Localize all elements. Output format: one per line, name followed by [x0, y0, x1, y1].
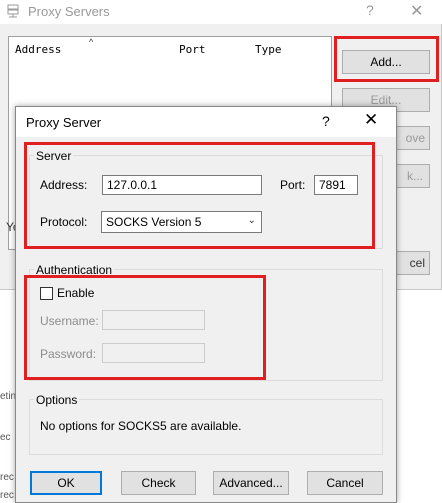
edge-text-fragment: rec: [0, 490, 14, 501]
dialog-titlebar: Proxy Server ? ✕: [16, 107, 396, 137]
options-legend: Options: [34, 393, 80, 407]
ok-button[interactable]: OK: [30, 471, 102, 495]
check-button[interactable]: Check: [121, 471, 196, 495]
options-message: No options for SOCKS5 are available.: [40, 419, 242, 433]
sort-ascending-icon: ^: [89, 37, 94, 47]
close-icon[interactable]: ✕: [410, 1, 423, 21]
highlight-box-add: [334, 36, 439, 82]
edge-text-fragment: rec: [0, 472, 14, 483]
help-button[interactable]: ?: [366, 2, 374, 18]
highlight-box-server: [24, 142, 375, 249]
cancel-button[interactable]: Cancel: [307, 471, 383, 495]
column-header-type[interactable]: Type: [255, 43, 282, 56]
proxy-servers-title: Proxy Servers: [28, 4, 110, 19]
edge-text-fragment: ec: [0, 432, 11, 443]
column-header-address[interactable]: Address: [15, 43, 61, 56]
dialog-title: Proxy Server: [26, 115, 102, 130]
help-button[interactable]: ?: [322, 113, 330, 129]
column-header-port[interactable]: Port: [179, 43, 206, 56]
advanced-button[interactable]: Advanced...: [213, 471, 289, 495]
edge-text-fragment: etin: [0, 391, 17, 402]
highlight-box-authentication: [24, 275, 266, 380]
close-icon[interactable]: ✕: [364, 110, 378, 130]
network-server-icon: [7, 4, 19, 18]
